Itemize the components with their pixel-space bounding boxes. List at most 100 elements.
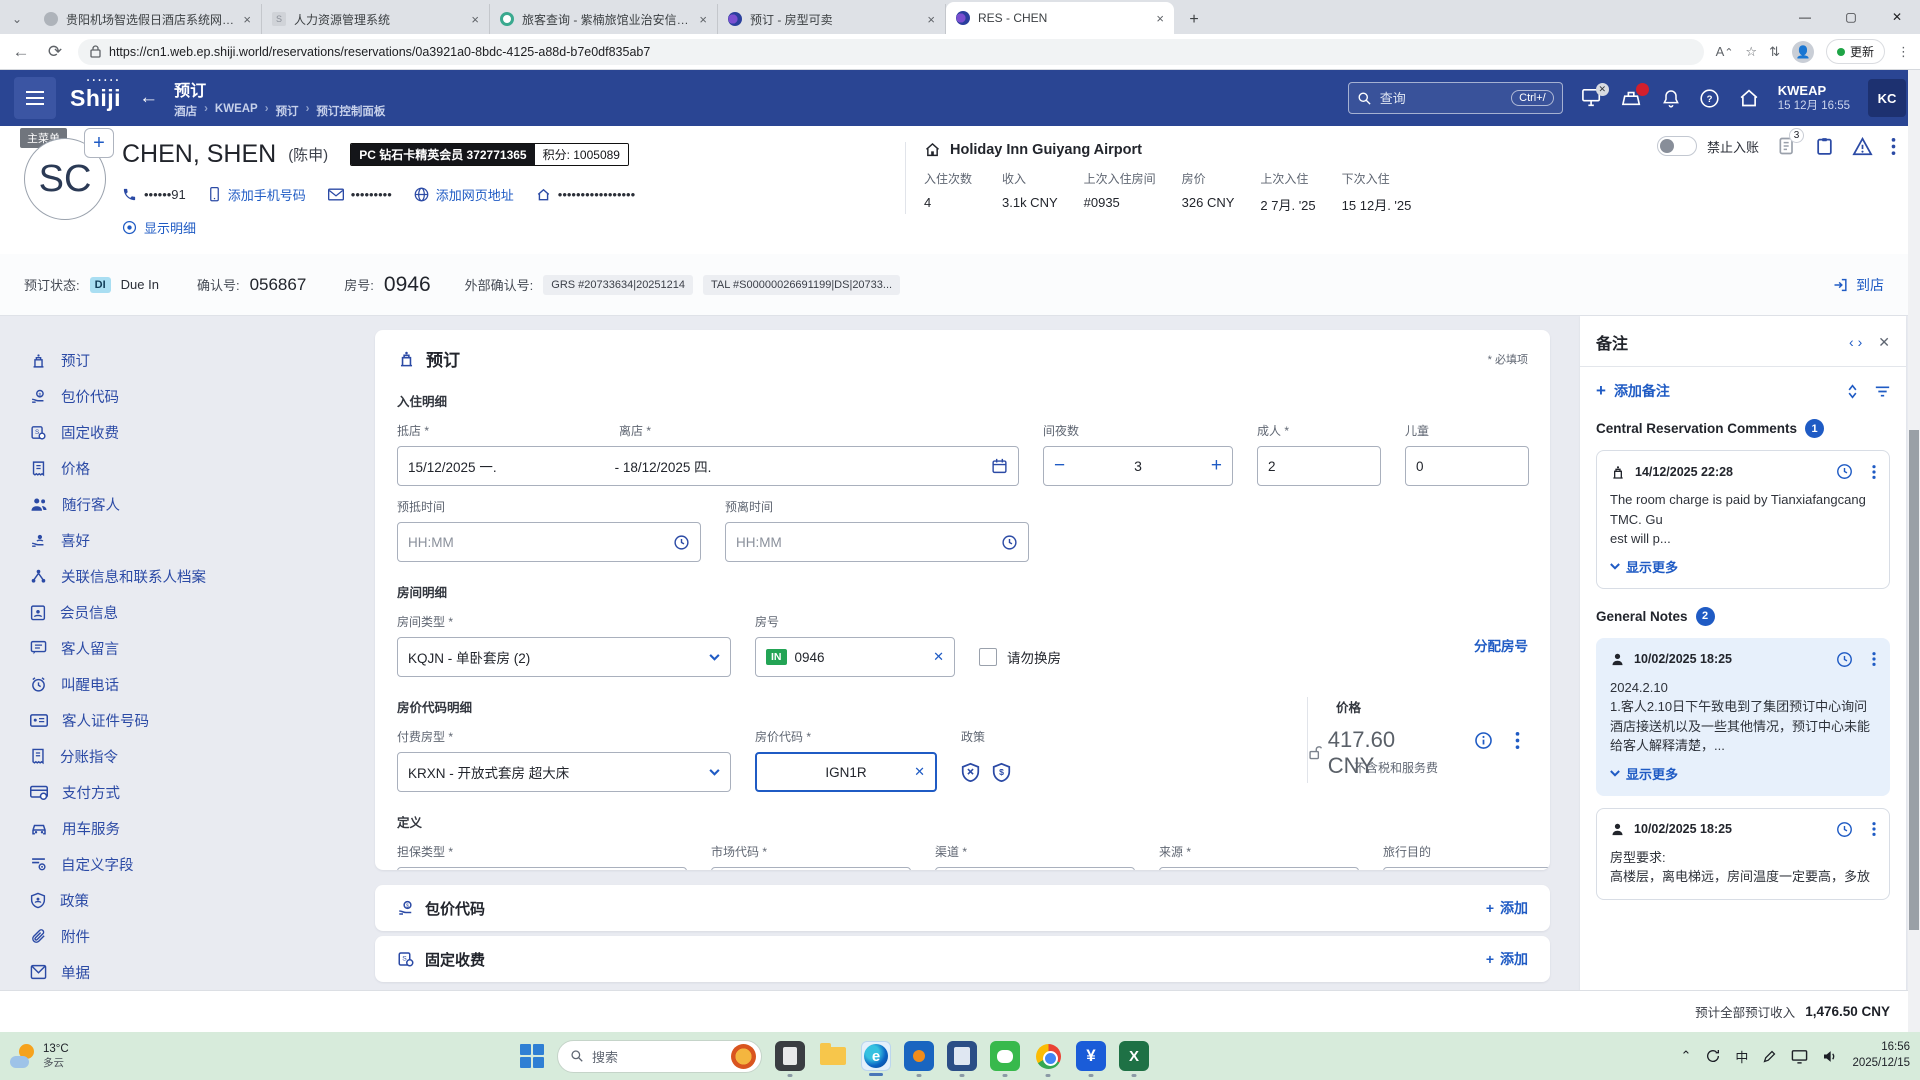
calculator-app-icon[interactable] [947,1041,977,1077]
nav-back-icon[interactable]: ← [139,87,158,109]
clock-icon[interactable] [1001,534,1018,551]
monitor-tray-icon[interactable] [1791,1049,1808,1064]
sidebar-item-folios[interactable]: 单据 [30,954,372,990]
nights-increment[interactable]: + [1211,455,1222,477]
notes-doc-icon[interactable]: 3 [1777,128,1804,156]
clock-icon[interactable] [673,534,690,551]
sidebar-item-fixed-charges[interactable]: S 固定收费 [30,414,372,450]
browser-tab-4[interactable]: 预订 - 房型可卖 × [718,4,946,34]
channel-select[interactable]: IDCDS - DERBY SOFT [935,867,1135,870]
clear-room-icon[interactable]: ✕ [933,649,944,665]
browser-tab-1[interactable]: 贵阳机场智选假日酒店系统网址导 × [34,4,262,34]
travel-purpose-select[interactable]: 选择 [1383,867,1550,870]
breadcrumb-item[interactable]: KWEAP [215,103,258,119]
add-web-link[interactable]: 添加网页地址 [414,185,514,204]
more-options-icon[interactable] [1891,137,1896,156]
market-select[interactable]: G - Corporate - G [711,867,911,870]
price-info-icon[interactable] [1474,731,1493,750]
excel-app-icon[interactable]: X [1119,1041,1149,1077]
omnibox[interactable]: https://cn1.web.ep.shiji.world/reservati… [78,38,1704,65]
tab-close-icon[interactable]: × [927,12,935,27]
sidebar-item-membership[interactable]: 会员信息 [30,594,372,630]
clear-rate-code-icon[interactable]: ✕ [914,764,925,780]
sidebar-item-linked-profiles[interactable]: 关联信息和联系人档案 [30,558,372,594]
add-package-button[interactable]: + 添加 [1486,898,1528,918]
pay-room-type-select[interactable]: KRXN - 开放式套房 超大床 [397,752,731,792]
show-details-link[interactable]: 显示明细 [122,218,635,237]
note-more-icon[interactable] [1872,821,1876,837]
pen-icon[interactable] [1762,1049,1777,1064]
global-search[interactable]: Ctrl+/ [1347,82,1563,114]
speaker-icon[interactable] [1822,1049,1838,1064]
wechat-app-icon[interactable] [990,1041,1020,1077]
sidebar-item-guest-messages[interactable]: 客人留言 [30,630,372,666]
home-icon[interactable] [1738,88,1760,109]
ime-language-indicator[interactable]: 中 [1735,1047,1748,1066]
stay-dates-input[interactable]: 15/12/2025 一. - 18/12/2025 四. [397,446,1019,486]
browser-menu-icon[interactable]: ⋮ [1897,44,1910,60]
search-input[interactable] [1379,90,1504,106]
room-number-input[interactable]: IN 0946 ✕ [755,637,955,677]
sort-icon[interactable] [1846,383,1859,399]
sidebar-item-reservation[interactable]: 预订 [30,342,372,378]
read-aloud-icon[interactable]: A⌃ [1716,44,1734,59]
check-in-button[interactable]: 到店 [1832,275,1884,295]
minimize-button[interactable]: — [1782,0,1828,34]
close-panel-icon[interactable]: ✕ [1878,334,1890,351]
sidebar-item-packages[interactable]: $ 包价代码 [30,378,372,414]
children-input[interactable]: 0 [1405,446,1529,486]
clipboard-icon[interactable] [1815,136,1834,156]
browser-update-button[interactable]: 更新 [1825,39,1885,64]
new-tab-button[interactable]: + [1180,6,1208,34]
assign-room-link[interactable]: 分配房号 [1474,635,1528,655]
back-icon[interactable]: ← [10,42,32,62]
deposit-policy-shield-icon[interactable]: $ [992,762,1011,783]
sidebar-item-attachments[interactable]: 附件 [30,918,372,954]
browser-tab-2[interactable]: S 人力资源管理系统 × [262,4,490,34]
eta-input[interactable]: HH:MM [397,522,701,562]
tray-chevron-icon[interactable]: ⌃ [1681,1048,1692,1064]
history-clock-icon[interactable] [1836,463,1853,480]
note-card[interactable]: 10/02/2025 18:25 2024.2.10 1.客人2.10日下午致电… [1596,637,1890,796]
page-scrollbar[interactable] [1908,70,1920,1032]
sidebar-item-transportation[interactable]: 用车服务 [30,810,372,846]
sidebar-item-routing[interactable]: 分账指令 [30,738,372,774]
room-type-select[interactable]: KQJN - 单卧套房 (2) [397,637,731,677]
maximize-button[interactable]: ▢ [1828,0,1874,34]
price-more-icon[interactable] [1515,731,1520,750]
start-button[interactable] [520,1044,544,1068]
add-fixed-charge-button[interactable]: + 添加 [1486,949,1528,969]
workstation-icon[interactable]: ✕ [1581,83,1609,108]
edge-browser-icon[interactable]: e [861,1041,891,1076]
add-mobile-link[interactable]: 添加手机号码 [208,185,306,204]
no-post-toggle[interactable] [1656,136,1697,156]
taskbar-search[interactable]: 搜索 [557,1039,762,1073]
notifications-bell-icon[interactable] [1661,88,1681,109]
sidebar-item-payment-methods[interactable]: 支付方式 [30,774,372,810]
browser-tab-3[interactable]: 旅客查询 - 紫楠旅馆业治安信息管 × [490,4,718,34]
sync-icon[interactable] [1705,1048,1721,1064]
add-avatar-button[interactable]: + [84,128,114,158]
finance-app-icon[interactable]: ¥ [1076,1041,1106,1077]
store-app-icon[interactable] [904,1041,934,1077]
property-info[interactable]: KWEAP 15 12月 16:55 [1778,83,1850,114]
warning-icon[interactable] [1852,136,1873,156]
tab-close-icon[interactable]: × [1156,11,1164,26]
nights-decrement[interactable]: − [1054,455,1065,477]
note-card[interactable]: 14/12/2025 22:28 The room charge is paid… [1596,450,1890,589]
tab-search-chevron-icon[interactable]: ⌄ [0,4,34,34]
show-more-link[interactable]: 显示更多 [1610,764,1876,783]
note-more-icon[interactable] [1872,464,1876,480]
sidebar-item-custom-fields[interactable]: 自定义字段 [30,846,372,882]
main-menu-button[interactable] [14,77,56,119]
sidebar-item-rates[interactable]: 价格 [30,450,372,486]
calendar-icon[interactable] [991,457,1008,475]
tab-close-icon[interactable]: × [243,12,251,27]
close-window-button[interactable]: ✕ [1874,0,1920,34]
history-clock-icon[interactable] [1836,651,1853,668]
extensions-icon[interactable]: ⇅ [1769,44,1780,60]
browser-profile-avatar[interactable]: 👤 [1791,40,1814,63]
no-move-checkbox[interactable] [979,648,997,666]
chrome-browser-icon[interactable] [1033,1041,1063,1077]
cancel-policy-shield-icon[interactable] [961,762,980,783]
